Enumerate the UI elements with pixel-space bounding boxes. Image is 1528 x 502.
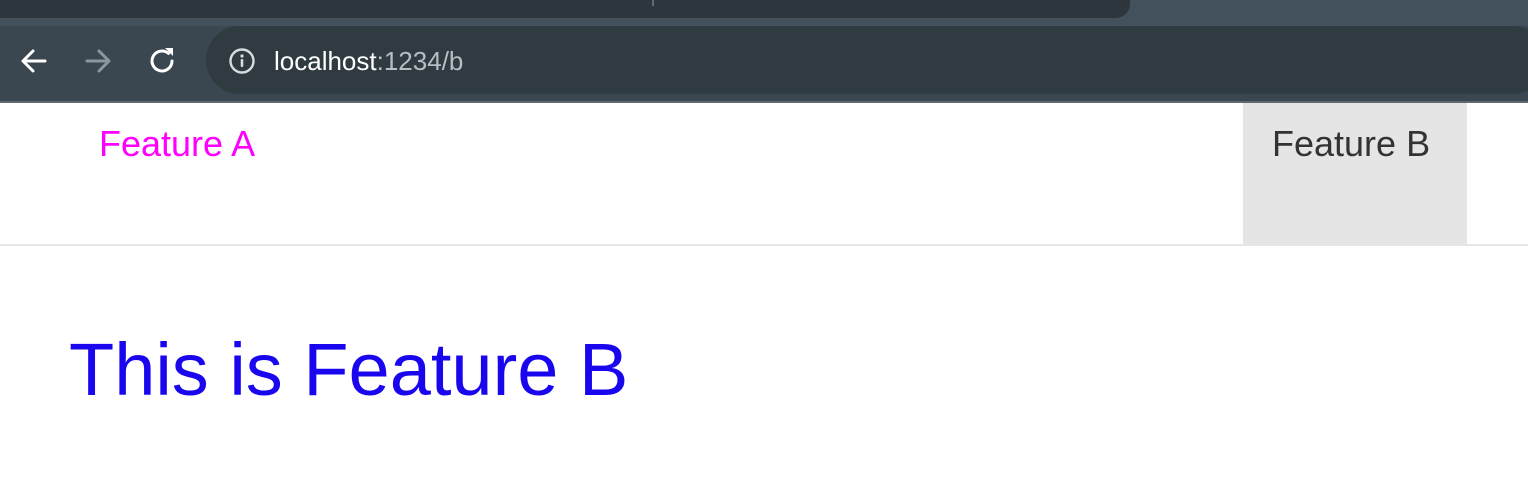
arrow-left-icon xyxy=(18,45,50,77)
browser-tab[interactable] xyxy=(0,0,1130,18)
back-button[interactable] xyxy=(15,42,53,80)
tab-strip xyxy=(0,0,1528,26)
reload-button[interactable] xyxy=(143,42,181,80)
url-host: localhost xyxy=(274,46,377,76)
url-path: :1234/b xyxy=(376,46,464,76)
forward-button[interactable] xyxy=(79,42,117,80)
reload-icon xyxy=(146,45,178,77)
tab-divider xyxy=(652,0,654,6)
page-title: This is Feature B xyxy=(69,328,629,411)
arrow-right-icon xyxy=(82,45,114,77)
address-bar-url[interactable]: localhost:1234/b xyxy=(274,43,463,79)
nav-tab-feature-b-label: Feature B xyxy=(1272,123,1431,164)
nav-link-feature-a[interactable]: Feature A xyxy=(99,124,255,164)
info-icon[interactable] xyxy=(228,47,256,75)
